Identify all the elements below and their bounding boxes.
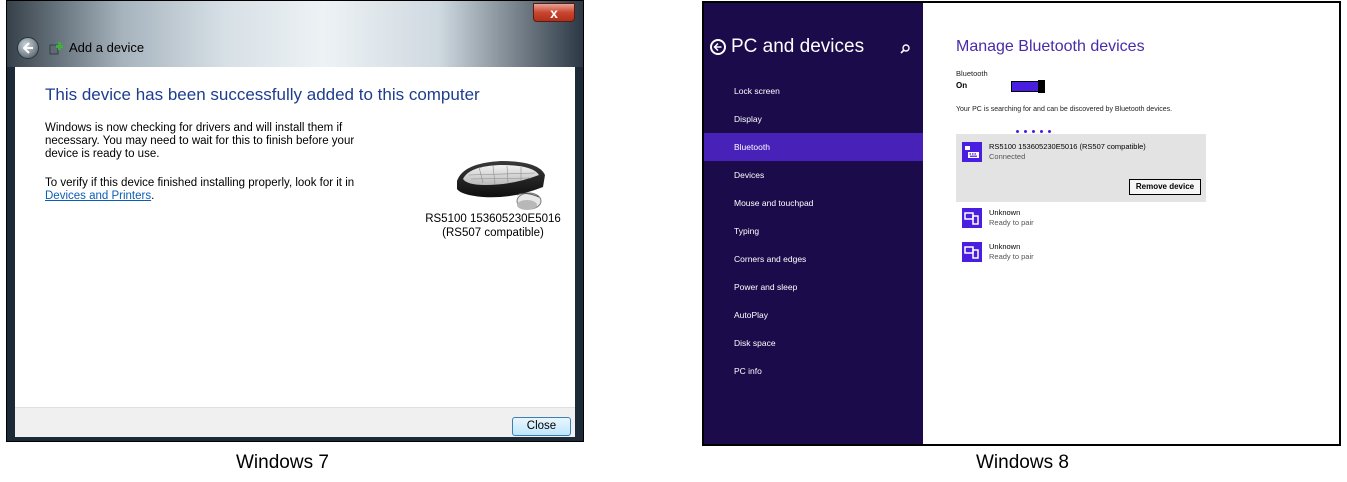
device-list-item[interactable]: Unknown Ready to pair: [956, 240, 1206, 270]
nav-item-mouse-and-touchpad[interactable]: Mouse and touchpad: [704, 189, 923, 217]
win8-pc-settings-window: PC and devices Lock screen Display Bluet…: [702, 1, 1341, 446]
sidebar-title: PC and devices: [731, 36, 865, 57]
device-status: Ready to pair: [989, 252, 1034, 261]
progress-dot: [1024, 130, 1027, 133]
nav-item-pc-info[interactable]: PC info: [704, 357, 923, 385]
phone-icon: [962, 242, 982, 262]
nav-item-power-and-sleep[interactable]: Power and sleep: [704, 273, 923, 301]
remove-device-button[interactable]: Remove device: [1129, 179, 1201, 195]
wizard-title: Add a device: [69, 40, 145, 55]
phone-icon: [962, 208, 982, 228]
searching-status-text: Your PC is searching for and can be disc…: [956, 106, 1173, 113]
close-button[interactable]: Close: [512, 417, 571, 436]
nav-item-disk-space[interactable]: Disk space: [704, 329, 923, 357]
win8-sidebar: PC and devices Lock screen Display Bluet…: [704, 3, 923, 444]
toggle-knob: [1038, 80, 1045, 93]
device-name: Unknown: [989, 242, 1021, 251]
device-name-line1: RS5100 153605230E5016: [425, 213, 561, 225]
nav-item-display[interactable]: Display: [704, 105, 923, 133]
back-arrow-icon[interactable]: [17, 37, 39, 59]
progress-dot: [1040, 130, 1043, 133]
back-arrow-icon[interactable]: [710, 39, 726, 55]
device-name-line2: (RS507 compatible): [442, 227, 544, 239]
win8-caption: Windows 8: [976, 452, 1069, 473]
page-title: Manage Bluetooth devices: [956, 38, 1145, 55]
win7-content-area: This device has been successfully added …: [15, 67, 575, 407]
win7-caption: Windows 7: [236, 452, 329, 473]
settings-nav: Lock screen Display Bluetooth Devices Mo…: [704, 77, 923, 385]
search-icon[interactable]: [900, 44, 910, 54]
nav-item-autoplay[interactable]: AutoPlay: [704, 301, 923, 329]
bluetooth-label: Bluetooth: [956, 69, 988, 78]
nav-item-lock-screen[interactable]: Lock screen: [704, 77, 923, 105]
device-list-item[interactable]: Unknown Ready to pair: [956, 206, 1206, 236]
device-name: Unknown: [989, 208, 1021, 217]
win7-title-bar: [7, 1, 583, 67]
add-device-icon: [49, 42, 63, 55]
progress-dot: [1032, 130, 1035, 133]
verify-text-prefix: To verify if this device finished instal…: [45, 177, 355, 189]
keyboard-icon: [962, 142, 982, 162]
win7-footer: Close: [15, 407, 575, 437]
device-name-label: RS5100 153605230E5016 (RS507 compatible): [417, 212, 569, 240]
keyboard-mouse-icon: [457, 161, 545, 210]
device-name: RS5100 153605230E5016 (RS507 compatible): [989, 142, 1146, 151]
verify-info-text: To verify if this device finished instal…: [45, 177, 365, 203]
success-heading: This device has been successfully added …: [45, 85, 480, 104]
nav-item-typing[interactable]: Typing: [704, 217, 923, 245]
nav-item-bluetooth[interactable]: Bluetooth: [704, 133, 923, 161]
bluetooth-state: On: [956, 81, 968, 90]
device-list-item-selected[interactable]: RS5100 153605230E5016 (RS507 compatible)…: [956, 134, 1206, 202]
device-status: Ready to pair: [989, 218, 1034, 227]
device-status: Connected: [989, 152, 1026, 161]
progress-dot: [1016, 130, 1019, 133]
win7-window-close-button[interactable]: x: [533, 3, 575, 22]
win7-add-device-window: x Add a device This device has been succ…: [6, 0, 584, 442]
verify-text-suffix: .: [151, 190, 155, 202]
devices-and-printers-link[interactable]: Devices and Printers: [45, 190, 151, 202]
driver-info-text: Windows is now checking for drivers and …: [45, 122, 355, 160]
bluetooth-toggle[interactable]: [1011, 80, 1045, 93]
win8-main-pane: Manage Bluetooth devices Bluetooth On Yo…: [923, 3, 1339, 444]
progress-dot: [1048, 130, 1051, 133]
nav-item-devices[interactable]: Devices: [704, 161, 923, 189]
nav-item-corners-and-edges[interactable]: Corners and edges: [704, 245, 923, 273]
